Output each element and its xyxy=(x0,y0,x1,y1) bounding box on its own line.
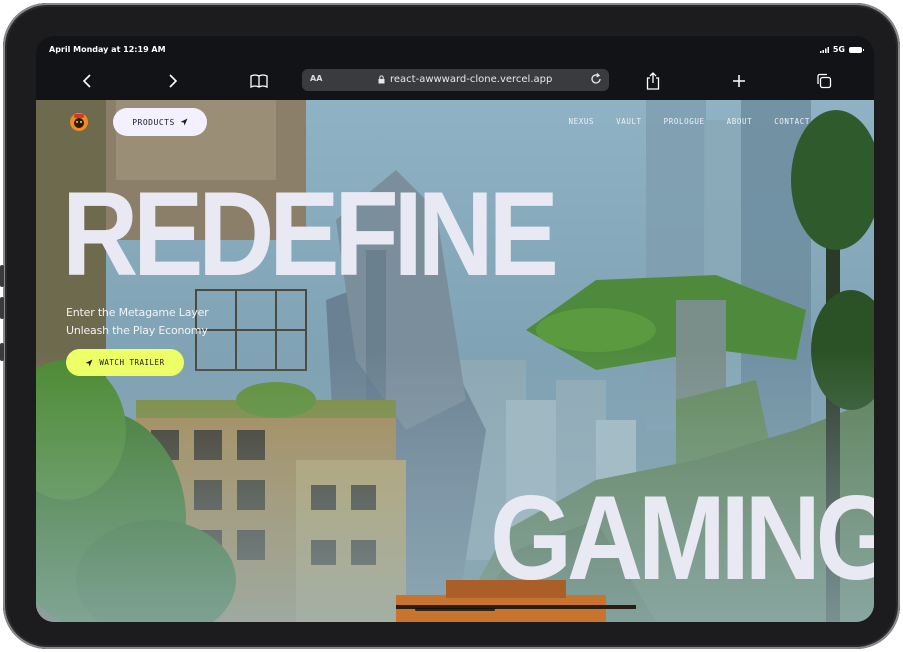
products-button[interactable]: PRODUCTS xyxy=(113,108,207,136)
book-icon xyxy=(250,74,268,88)
tabs-button[interactable] xyxy=(810,67,838,95)
nav-link-about[interactable]: ABOUT xyxy=(727,117,753,126)
status-time: April Monday at 12:19 AM xyxy=(49,45,166,54)
lock-icon xyxy=(378,75,385,84)
back-chevron-icon xyxy=(82,74,91,88)
watch-trailer-button[interactable]: WATCH TRAILER xyxy=(66,349,184,376)
web-content: PRODUCTS NEXUS VAULT PROLOGUE ABOUT CONT… xyxy=(36,100,874,622)
text-size-button[interactable]: AA xyxy=(310,74,322,83)
nav-link-contact[interactable]: CONTACT xyxy=(774,117,810,126)
url-text: react-awwward-clone.vercel.app xyxy=(390,74,553,85)
send-arrow-icon xyxy=(85,359,93,366)
volume-down-button xyxy=(0,297,4,319)
browser-toolbar: AA react-awwward-clone.vercel.app xyxy=(36,64,874,100)
forward-button[interactable] xyxy=(159,67,187,95)
bookmarks-button[interactable] xyxy=(245,67,273,95)
hero-heading-top: REDEFINE xyxy=(62,167,559,301)
status-bar: April Monday at 12:19 AM 5G xyxy=(36,36,874,64)
tagline-line-1: Enter the Metagame Layer xyxy=(66,306,209,319)
reload-icon[interactable] xyxy=(589,72,603,86)
nav-link-nexus[interactable]: NEXUS xyxy=(569,117,595,126)
plus-icon xyxy=(733,75,745,87)
status-indicators: 5G xyxy=(819,45,864,54)
signal-icon xyxy=(819,46,829,53)
products-label: PRODUCTS xyxy=(132,117,175,127)
side-button xyxy=(0,343,4,361)
hero-tagline: Enter the Metagame Layer Unleash the Pla… xyxy=(66,304,209,340)
site-nav: PRODUCTS NEXUS VAULT PROLOGUE ABOUT CONT… xyxy=(36,100,874,144)
tagline-line-2: Unleash the Play Economy xyxy=(66,324,208,337)
url-display[interactable]: react-awwward-clone.vercel.app xyxy=(378,74,552,85)
logo-icon[interactable] xyxy=(68,110,90,132)
nav-links: NEXUS VAULT PROLOGUE ABOUT CONTACT xyxy=(569,117,810,126)
share-button[interactable] xyxy=(639,67,667,95)
screen: April Monday at 12:19 AM 5G AA react-aww… xyxy=(36,36,874,622)
nav-link-prologue[interactable]: PROLOGUE xyxy=(664,117,705,126)
tabs-icon xyxy=(817,73,832,89)
new-tab-button[interactable] xyxy=(725,67,753,95)
ipad-frame: April Monday at 12:19 AM 5G AA react-aww… xyxy=(0,3,900,649)
watch-trailer-label: WATCH TRAILER xyxy=(99,358,165,367)
volume-up-button xyxy=(0,265,4,287)
back-button[interactable] xyxy=(73,67,101,95)
network-label: 5G xyxy=(832,45,845,54)
share-icon xyxy=(646,72,660,90)
forward-chevron-icon xyxy=(169,74,178,88)
battery-icon xyxy=(849,46,864,53)
hero-heading-bottom: GAMING xyxy=(490,471,874,605)
send-arrow-icon xyxy=(180,118,188,126)
home-indicator xyxy=(415,608,495,611)
address-bar[interactable]: AA react-awwward-clone.vercel.app xyxy=(302,69,609,91)
nav-link-vault[interactable]: VAULT xyxy=(616,117,642,126)
